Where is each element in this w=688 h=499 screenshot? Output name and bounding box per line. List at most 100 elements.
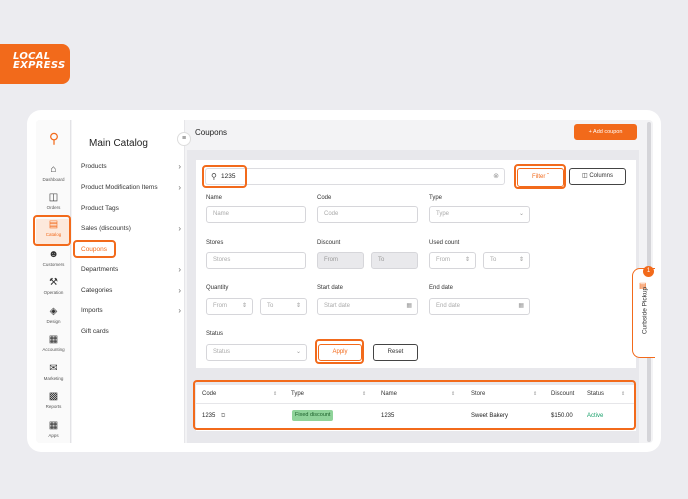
highlight-coupons bbox=[73, 240, 116, 258]
name-filter-placeholder: Name bbox=[213, 211, 230, 217]
chevron-right-icon: › bbox=[178, 265, 181, 274]
nav-item-operation[interactable]: ⚒ Operation bbox=[36, 277, 71, 303]
submenu-title: Main Catalog bbox=[89, 138, 148, 149]
discount-filter-label: Discount bbox=[317, 240, 341, 246]
submenu-item-categories[interactable]: Categories › bbox=[81, 284, 181, 298]
code-filter-input[interactable]: Code bbox=[317, 206, 418, 223]
nav-label: Orders bbox=[46, 205, 61, 210]
columns-icon: ◫ bbox=[581, 173, 588, 179]
highlight-catalog bbox=[33, 215, 71, 246]
submenu-item-gift-cards[interactable]: Gift cards bbox=[81, 325, 181, 339]
chevron-down-icon: ⌄ bbox=[295, 349, 301, 355]
nav-label: Accounting bbox=[42, 347, 65, 352]
columns-button[interactable]: ◫ Columns bbox=[569, 168, 626, 185]
type-filter-label: Type bbox=[429, 195, 443, 201]
submenu-item-imports[interactable]: Imports › bbox=[81, 304, 181, 318]
submenu-item-label: Sales (discounts) bbox=[81, 225, 131, 232]
nav-label: Design bbox=[46, 319, 61, 324]
stepper-icon[interactable]: ⇕ bbox=[296, 299, 301, 314]
stepper-icon[interactable]: ⇕ bbox=[519, 253, 524, 268]
submenu-item-products[interactable]: Products › bbox=[81, 160, 181, 174]
discount-from-input[interactable]: From bbox=[317, 252, 364, 269]
quantity-from-input[interactable]: From ⇕ bbox=[206, 298, 253, 315]
submenu-item-label: Departments bbox=[81, 266, 119, 273]
used-count-to-input[interactable]: To ⇕ bbox=[483, 252, 530, 269]
chevron-right-icon: › bbox=[178, 162, 181, 171]
submenu-item-label: Product Tags bbox=[81, 205, 119, 212]
submenu-item-departments[interactable]: Departments › bbox=[81, 263, 181, 277]
submenu-item-product-modification-items[interactable]: Product Modification Items › bbox=[81, 181, 181, 195]
clear-search-icon[interactable]: ⊗ bbox=[493, 172, 499, 180]
chevron-right-icon: › bbox=[178, 306, 181, 315]
status-filter-placeholder: Status bbox=[213, 349, 231, 355]
status-filter-label: Status bbox=[206, 331, 224, 337]
discount-to-placeholder: To bbox=[378, 257, 385, 263]
stepper-icon[interactable]: ⇕ bbox=[242, 299, 247, 314]
nav-item-design[interactable]: ◈ Design bbox=[36, 306, 71, 332]
reports-icon: ▩ bbox=[48, 391, 59, 402]
start-date-filter-label: Start date bbox=[317, 285, 344, 291]
highlight-filter bbox=[514, 164, 566, 189]
used-count-to-placeholder: To bbox=[490, 257, 497, 263]
catalog-submenu: Main Catalog Products › Product Modifica… bbox=[72, 120, 185, 443]
accounting-icon: ▦ bbox=[48, 334, 59, 345]
quantity-to-input[interactable]: To ⇕ bbox=[260, 298, 307, 315]
submenu-item-sales[interactable]: Sales (discounts) › bbox=[81, 222, 181, 236]
megaphone-icon: ✉ bbox=[49, 363, 58, 374]
nav-label: Reports bbox=[45, 404, 62, 409]
chevron-right-icon: › bbox=[178, 286, 181, 295]
main-nav: ⚲ ⌂ Dashboard ◫ Orders ▤ Catalog ☻ Custo… bbox=[36, 120, 71, 443]
code-filter-placeholder: Code bbox=[324, 211, 339, 217]
nav-item-dashboard[interactable]: ⌂ Dashboard bbox=[36, 164, 71, 190]
submenu-item-label: Imports bbox=[81, 307, 103, 314]
home-icon: ⌂ bbox=[50, 164, 57, 175]
nav-label: Operation bbox=[43, 290, 64, 295]
discount-to-input[interactable]: To bbox=[371, 252, 418, 269]
add-coupon-button[interactable]: + Add coupon bbox=[574, 124, 637, 140]
chevron-right-icon: › bbox=[178, 183, 181, 192]
reset-button[interactable]: Reset bbox=[373, 344, 418, 361]
nav-item-marketing[interactable]: ✉ Marketing bbox=[36, 363, 71, 389]
nav-item-apps[interactable]: ▦ Apps bbox=[36, 420, 71, 443]
name-filter-input[interactable]: Name bbox=[206, 206, 306, 223]
nav-item-customers[interactable]: ☻ Customers bbox=[36, 249, 71, 275]
nav-label: Apps bbox=[48, 433, 59, 438]
submenu-item-label: Categories bbox=[81, 287, 113, 294]
stepper-icon[interactable]: ⇕ bbox=[465, 253, 470, 268]
bag-icon: ◫ bbox=[48, 192, 59, 203]
end-date-input[interactable]: End date ▦ bbox=[429, 298, 530, 315]
start-date-input[interactable]: Start date ▦ bbox=[317, 298, 418, 315]
logo-line2: EXPRESS bbox=[13, 60, 66, 71]
quantity-to-placeholder: To bbox=[267, 303, 274, 309]
status-filter-select[interactable]: Status ⌄ bbox=[206, 344, 307, 361]
operation-icon: ⚒ bbox=[49, 277, 58, 288]
submenu-item-label: Products bbox=[81, 163, 107, 170]
nav-label: Marketing bbox=[43, 376, 64, 381]
collapse-sidebar-icon[interactable]: ≡ bbox=[177, 132, 191, 146]
highlight-table bbox=[193, 380, 636, 430]
brand-logo: LOCAL EXPRESS bbox=[0, 44, 70, 84]
calendar-icon: ▦ bbox=[406, 303, 412, 309]
stores-filter-input[interactable]: Stores bbox=[206, 252, 306, 269]
nav-item-accounting[interactable]: ▦ Accounting bbox=[36, 334, 71, 360]
quantity-filter-label: Quantity bbox=[206, 285, 229, 291]
type-filter-select[interactable]: Type ⌄ bbox=[429, 206, 530, 223]
design-icon: ◈ bbox=[49, 306, 58, 317]
search-input[interactable]: ⚲ 1235 ⊗ bbox=[205, 168, 505, 185]
columns-button-label: Columns bbox=[589, 173, 614, 179]
nav-item-reports[interactable]: ▩ Reports bbox=[36, 391, 71, 417]
used-count-from-input[interactable]: From ⇕ bbox=[429, 252, 476, 269]
code-filter-label: Code bbox=[317, 195, 332, 201]
type-filter-placeholder: Type bbox=[436, 211, 450, 217]
submenu-item-label: Gift cards bbox=[81, 328, 109, 335]
curbside-label: Curbside Pickup bbox=[641, 286, 649, 335]
curbside-pickup-tab[interactable]: ▤ Curbside Pickup bbox=[632, 268, 655, 358]
customers-icon: ☻ bbox=[48, 249, 59, 260]
quantity-from-placeholder: From bbox=[213, 303, 227, 309]
submenu-item-product-tags[interactable]: Product Tags bbox=[81, 202, 181, 216]
curbside-count-badge: 1 bbox=[643, 266, 654, 277]
calendar-icon: ▦ bbox=[518, 303, 524, 309]
apps-icon: ▦ bbox=[48, 420, 59, 431]
end-date-filter-label: End date bbox=[429, 285, 454, 291]
used-count-filter-label: Used count bbox=[429, 240, 460, 246]
